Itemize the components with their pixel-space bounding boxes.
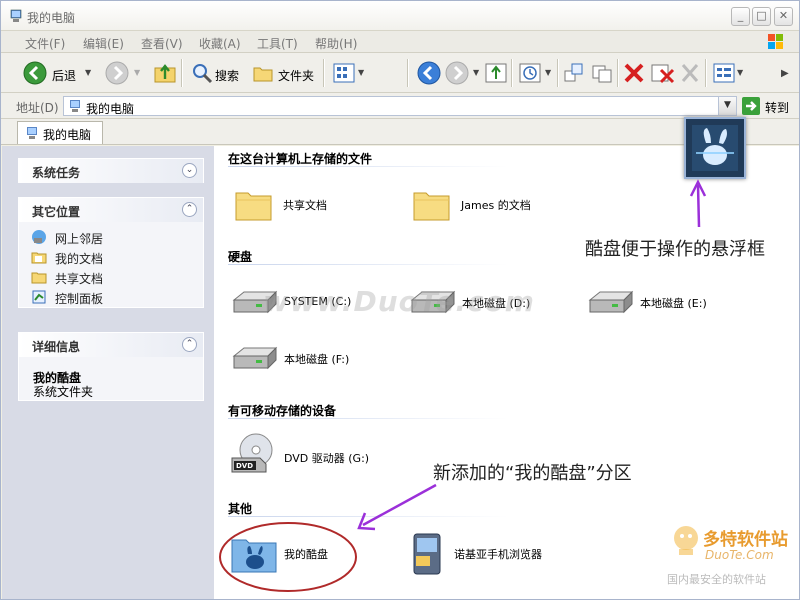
explorer-window: 我的电脑 _ □ ✕ 文件(F) 编辑(E) 查看(V) 收藏(A) 工具(T)…	[0, 0, 800, 600]
logo-url-text: DuoTe.Com	[705, 548, 774, 562]
highlight-ring	[219, 522, 357, 592]
logo-main-text: 多特软件站	[703, 530, 788, 550]
arrow-to-kupan	[362, 483, 437, 527]
annotation-overlay	[219, 179, 707, 592]
duote-logo: 多特软件站 DuoTe.Com 国内最安全的软件站	[667, 521, 795, 587]
logo-sub-text: 国内最安全的软件站	[667, 573, 766, 586]
arrow-to-float-box	[696, 184, 701, 228]
duote-mascot-icon	[674, 526, 698, 555]
